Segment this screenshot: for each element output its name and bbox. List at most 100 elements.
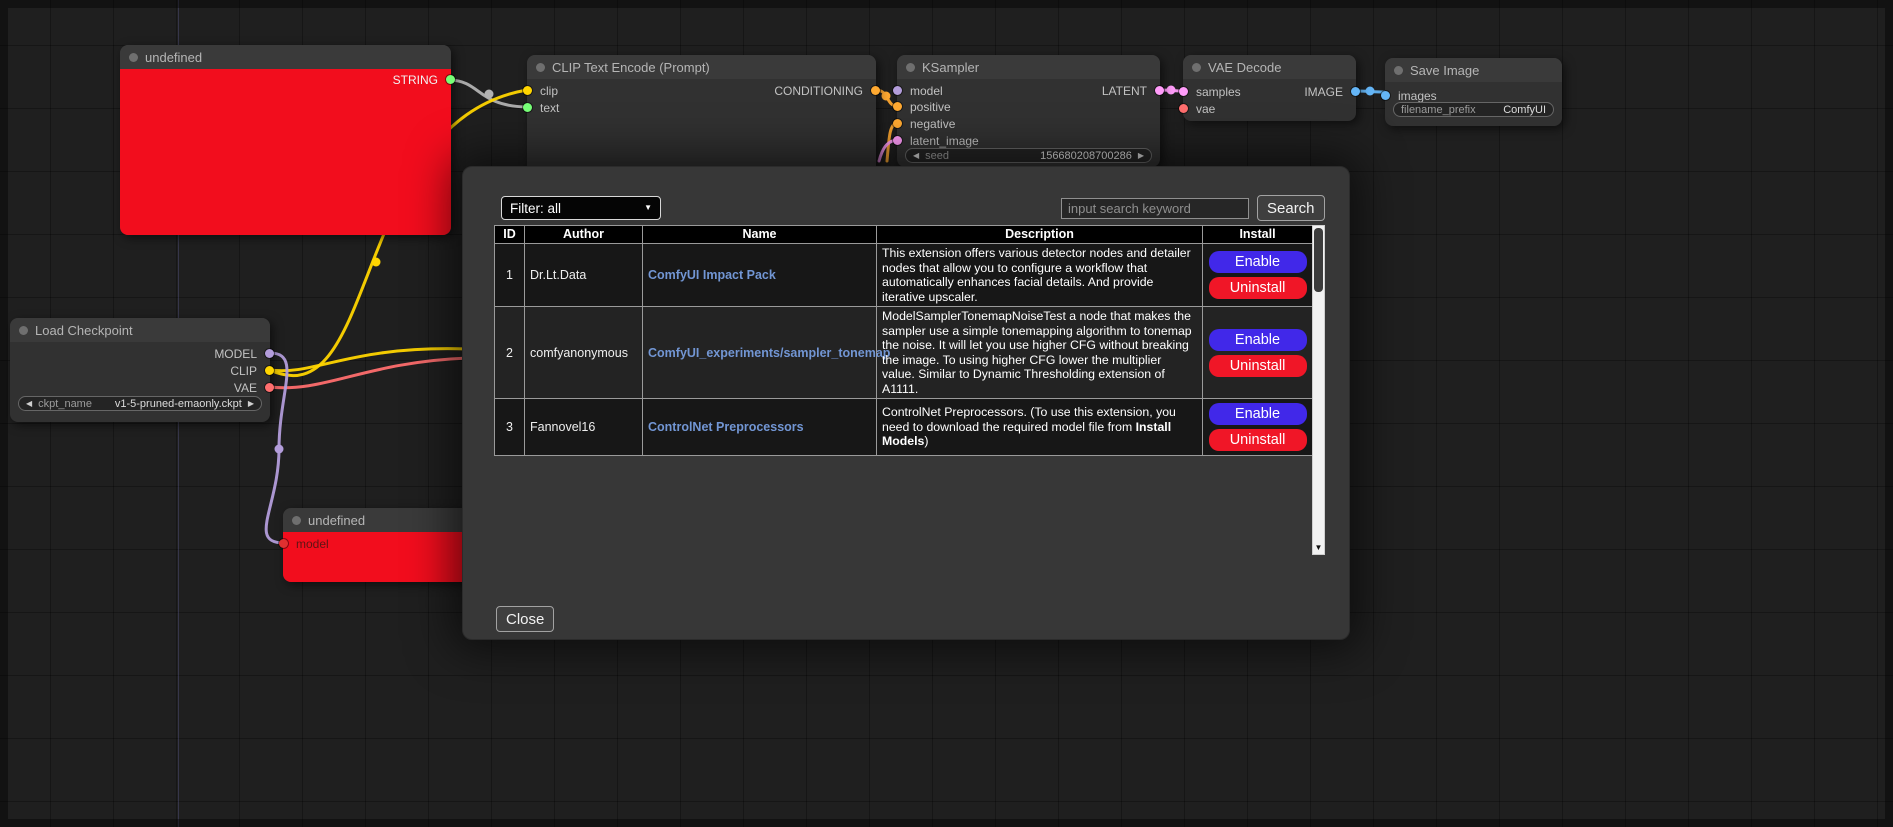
description-text: ControlNet Preprocessors. (To use this e… [882,405,1176,434]
node-clip-text-encode[interactable]: CLIP Text Encode (Prompt) clip text COND… [527,55,876,175]
column-header-id: ID [495,226,525,244]
slot-label: images [1398,89,1437,103]
node-collapse-dot[interactable] [536,63,545,72]
input-slot-images[interactable] [1381,91,1390,100]
node-title: KSampler [922,60,979,75]
wire-midpoint-dot [882,92,891,101]
scrollbar-thumb[interactable] [1314,228,1323,292]
filter-dropdown[interactable]: Filter: all [501,196,661,220]
slot-label: negative [910,117,955,131]
increment-arrow-icon[interactable]: ▶ [248,400,254,408]
extension-manager-dialog: Filter: all Search ID Author Name Descri… [462,166,1350,640]
cell-description: This extension offers various detector n… [877,244,1203,307]
node-collapse-dot[interactable] [906,63,915,72]
description-text: ModelSamplerTonemapNoiseTest a node that… [882,309,1192,396]
output-slot-row: CLIP [10,363,270,379]
input-slot-latent-image[interactable] [893,136,902,145]
filename-prefix-widget[interactable]: filename_prefix ComfyUI [1393,102,1554,117]
node-title: undefined [308,513,365,528]
node-save-image[interactable]: Save Image images filename_prefix ComfyU… [1385,58,1562,126]
slot-label: positive [910,100,951,114]
node-title-bar[interactable]: VAE Decode [1183,55,1356,79]
output-slot-vae[interactable] [265,383,274,392]
table-row: 3 Fannovel16 ControlNet Preprocessors Co… [495,399,1313,456]
cell-description: ControlNet Preprocessors. (To use this e… [877,399,1203,456]
input-slot-row: vae [1183,101,1356,117]
slot-label: MODEL [214,347,257,361]
output-slot-row: CONDITIONING [527,83,876,99]
scrollbar[interactable]: ▼ [1312,225,1325,555]
extension-link[interactable]: ComfyUI_experiments/sampler_tonemap [648,346,890,360]
seed-widget[interactable]: ◀ seed 156680208700286 ▶ [905,148,1152,163]
input-slot-row: positive [897,99,1160,115]
slot-label: vae [1196,102,1215,116]
description-text: ) [924,434,928,448]
slot-label: CLIP [230,364,257,378]
node-title-bar[interactable]: undefined [120,45,451,69]
decrement-arrow-icon[interactable]: ◀ [26,400,32,408]
extension-list-scroll-area[interactable]: ID Author Name Description Install 1 Dr.… [494,225,1325,555]
output-slot-model[interactable] [265,349,274,358]
node-title: undefined [145,50,202,65]
uninstall-button[interactable]: Uninstall [1209,277,1307,299]
search-button[interactable]: Search [1257,195,1325,221]
column-header-name: Name [643,226,877,244]
cell-install: Enable Uninstall [1203,399,1313,456]
input-slot-model[interactable] [279,539,288,548]
filter-select[interactable]: Filter: all [501,196,661,220]
output-slot-latent[interactable] [1155,86,1164,95]
uninstall-button[interactable]: Uninstall [1209,429,1307,451]
input-slot-negative[interactable] [893,119,902,128]
node-load-checkpoint[interactable]: Load Checkpoint MODEL CLIP VAE ◀ ckpt_na… [10,318,270,422]
extension-table: ID Author Name Description Install 1 Dr.… [494,225,1313,456]
node-collapse-dot[interactable] [129,53,138,62]
close-button[interactable]: Close [496,606,554,632]
uninstall-button[interactable]: Uninstall [1209,355,1307,377]
scrollbar-down-arrow-icon[interactable]: ▼ [1313,540,1324,554]
node-title-bar[interactable]: Load Checkpoint [10,318,270,342]
input-slot-positive[interactable] [893,102,902,111]
cell-id: 2 [495,307,525,399]
enable-button[interactable]: Enable [1209,251,1307,273]
extension-link[interactable]: ComfyUI Impact Pack [648,268,776,282]
node-vae-decode[interactable]: VAE Decode samples vae IMAGE [1183,55,1356,121]
table-header-row: ID Author Name Description Install [495,226,1313,244]
node-title: Load Checkpoint [35,323,133,338]
wire-vae [270,358,468,388]
search-input[interactable] [1061,198,1249,219]
output-slot-conditioning[interactable] [871,86,880,95]
node-title-bar[interactable]: CLIP Text Encode (Prompt) [527,55,876,79]
node-ksampler[interactable]: KSampler model positive negative latent_… [897,55,1160,167]
increment-arrow-icon[interactable]: ▶ [1138,152,1144,160]
node-undefined-top[interactable]: undefined STRING [120,45,451,235]
node-title: Save Image [1410,63,1479,78]
output-slot-row: IMAGE [1183,84,1356,100]
column-header-description: Description [877,226,1203,244]
extension-link[interactable]: ControlNet Preprocessors [648,420,804,434]
decrement-arrow-icon[interactable]: ◀ [913,152,919,160]
node-collapse-dot[interactable] [292,516,301,525]
output-slot-clip[interactable] [265,366,274,375]
node-collapse-dot[interactable] [1394,66,1403,75]
widget-label: ckpt_name [38,398,92,410]
node-title-bar[interactable]: Save Image [1385,58,1562,82]
slot-label: IMAGE [1304,85,1343,99]
node-graph-canvas[interactable]: undefined STRING CLIP Text Encode (Promp… [0,0,1893,827]
input-slot-row: text [527,100,876,116]
cell-id: 3 [495,399,525,456]
output-slot-string[interactable] [446,75,455,84]
cell-description: ModelSamplerTonemapNoiseTest a node that… [877,307,1203,399]
node-title-bar[interactable]: KSampler [897,55,1160,79]
input-slot-text[interactable] [523,103,532,112]
wire-midpoint-dot [1366,87,1375,96]
node-collapse-dot[interactable] [1192,63,1201,72]
enable-button[interactable]: Enable [1209,403,1307,425]
description-text: This extension offers various detector n… [882,246,1191,304]
cell-install: Enable Uninstall [1203,307,1313,399]
node-collapse-dot[interactable] [19,326,28,335]
input-slot-vae[interactable] [1179,104,1188,113]
ckpt-name-widget[interactable]: ◀ ckpt_name v1-5-pruned-emaonly.ckpt ▶ [18,396,262,411]
enable-button[interactable]: Enable [1209,329,1307,351]
output-slot-image[interactable] [1351,87,1360,96]
cell-author: Fannovel16 [525,399,643,456]
